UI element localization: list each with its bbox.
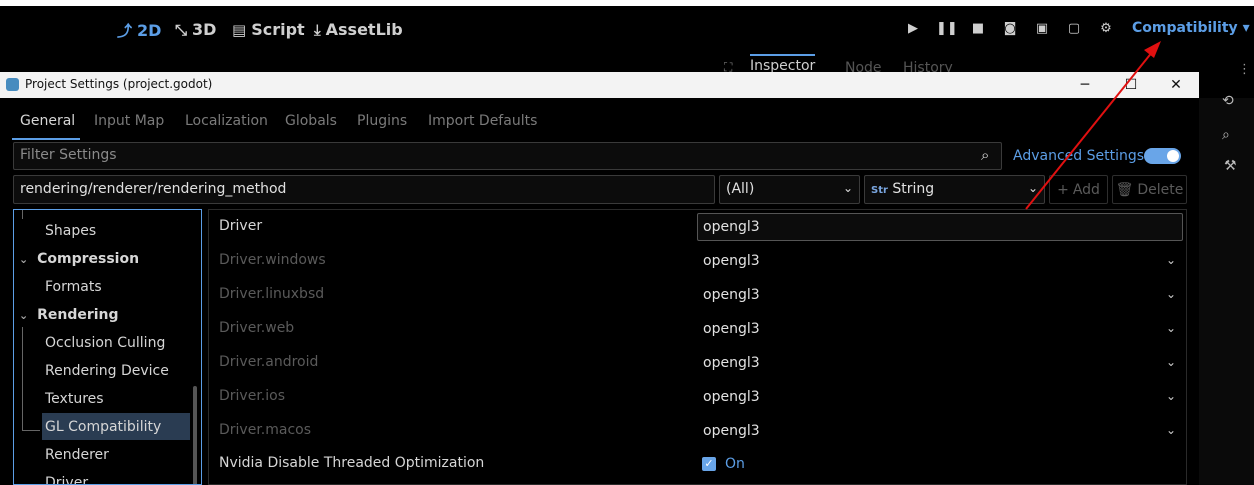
annotation-arrow [1025,41,1161,210]
